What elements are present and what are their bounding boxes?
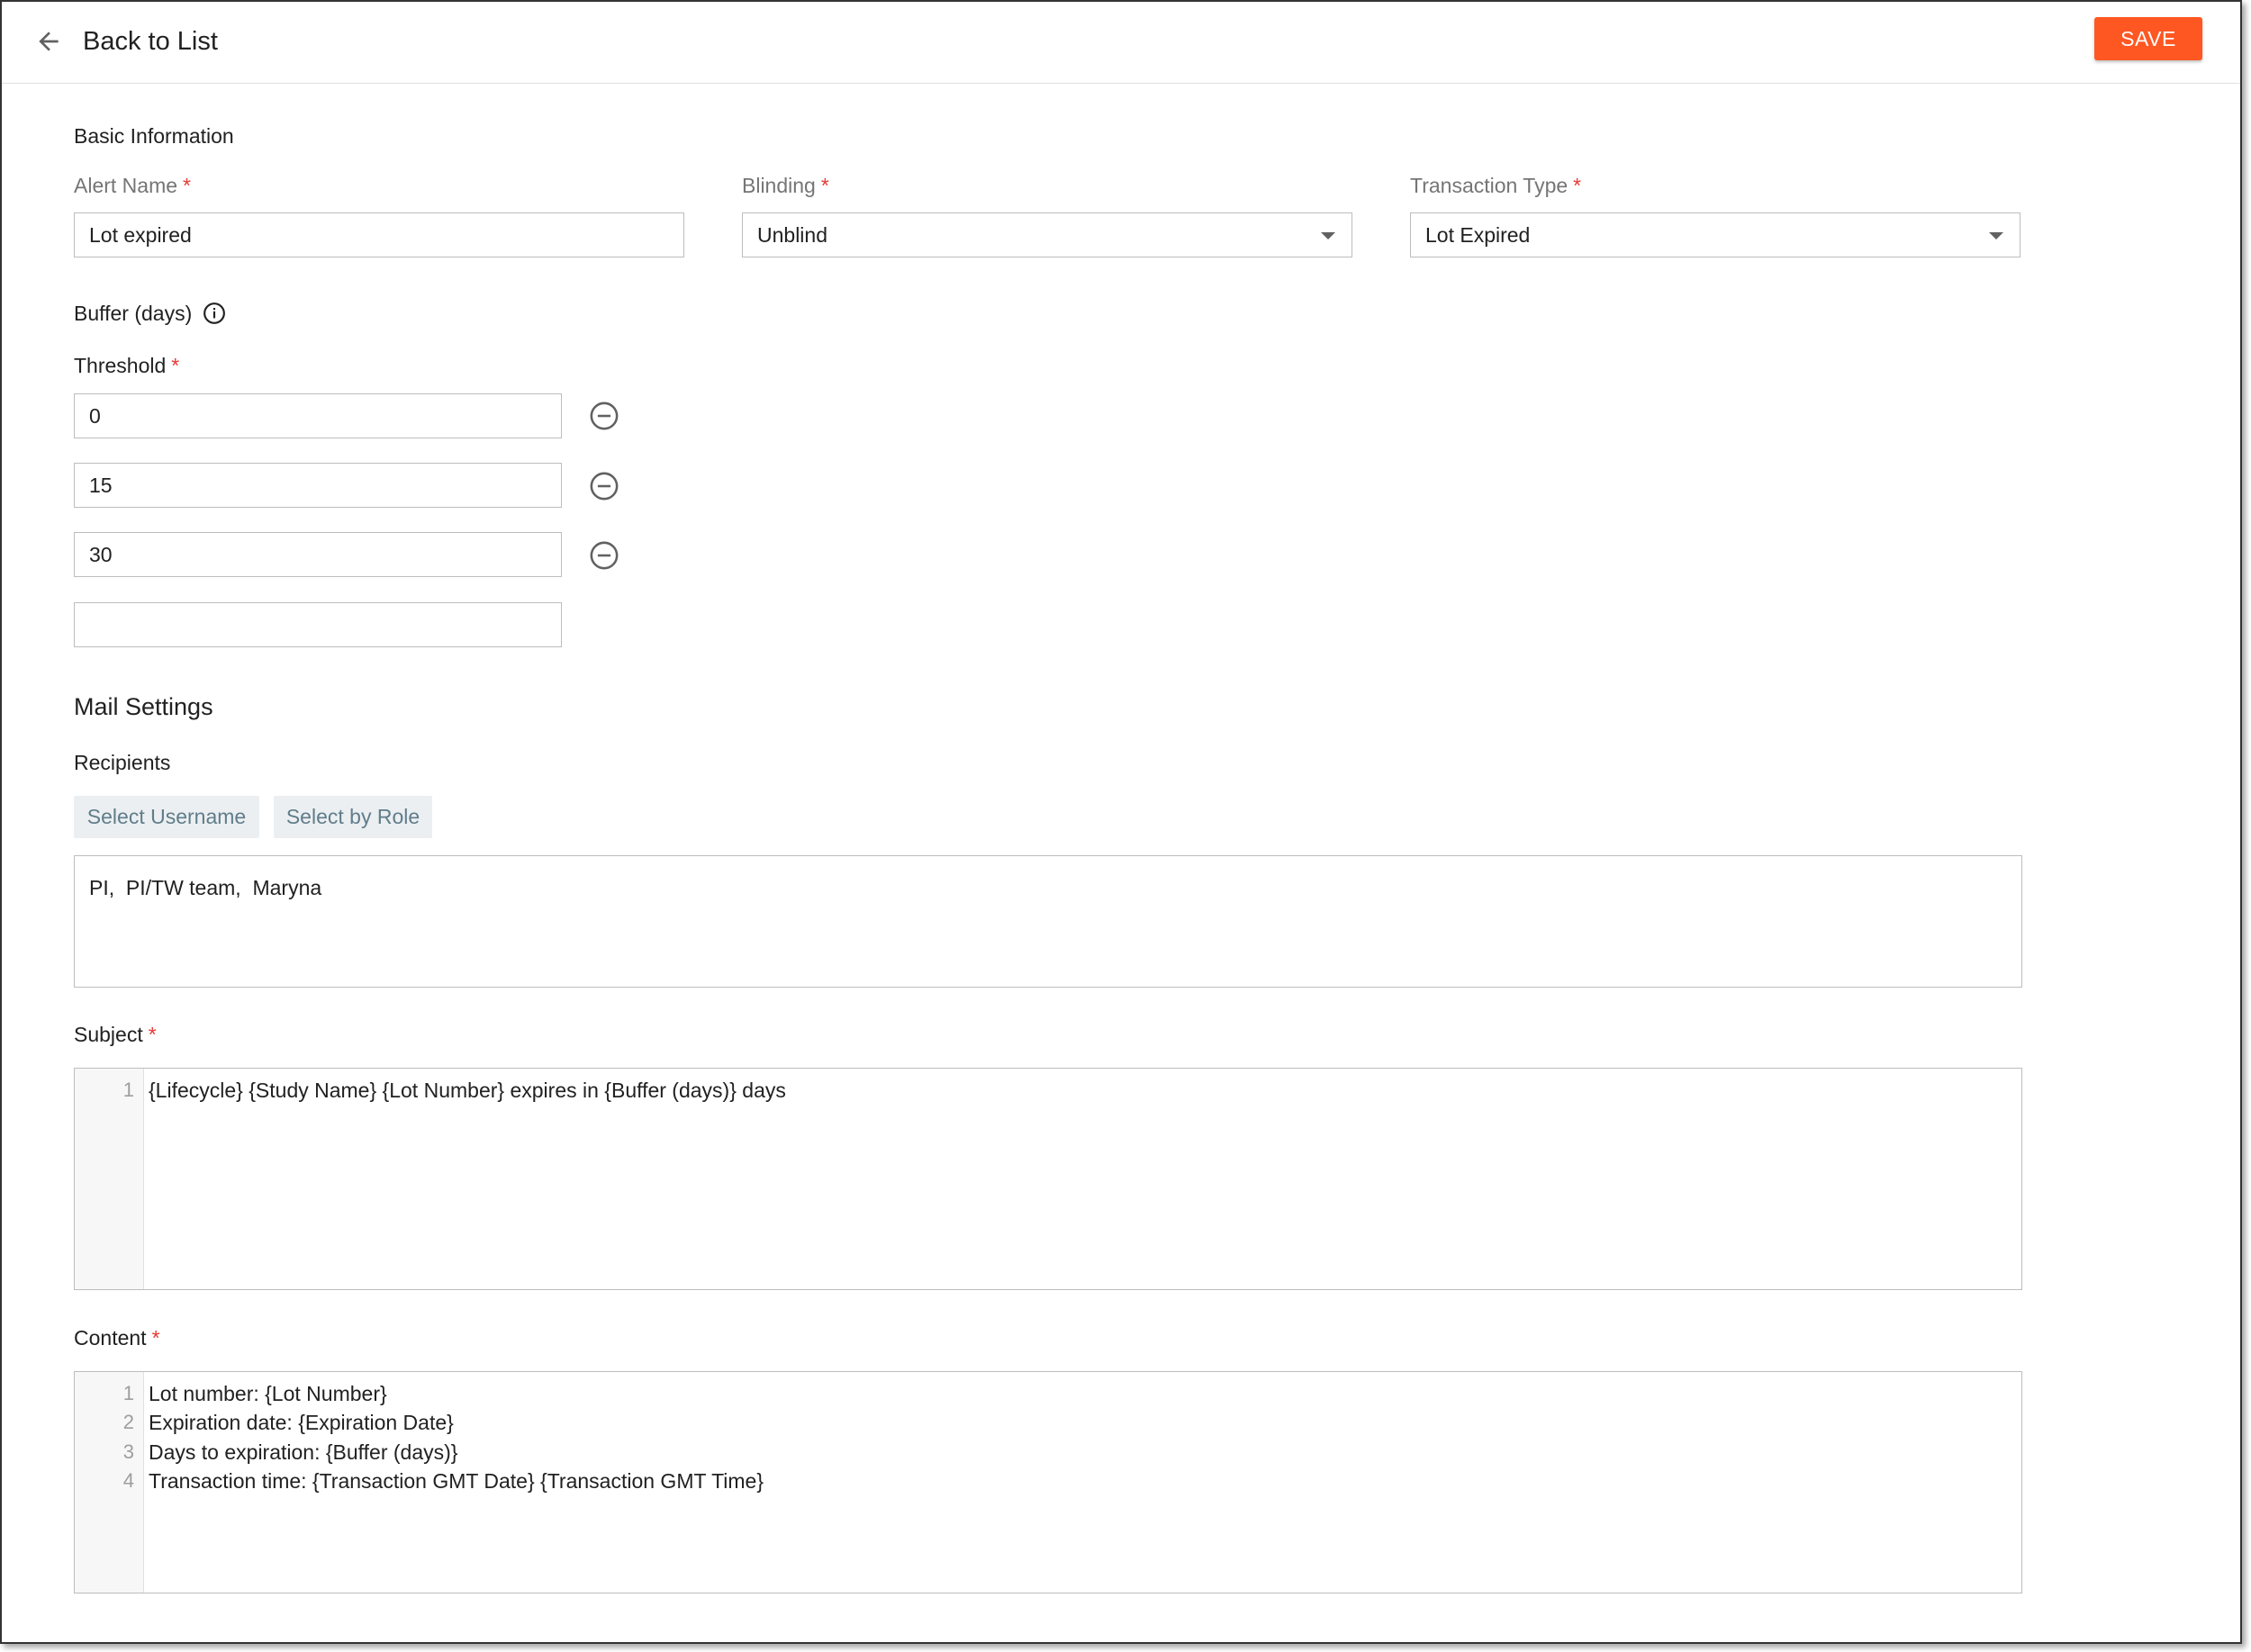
threshold-input-3[interactable]: 30 [74,532,562,577]
dropdown-caret-icon [1989,232,2003,239]
blinding-label: Blinding * [742,174,829,197]
transaction-type-select[interactable]: Lot Expired [1410,212,2020,257]
dropdown-caret-icon [1321,232,1335,239]
line-text: Expiration date: {Expiration Date} [149,1410,454,1434]
back-to-list-label: Back to List [83,26,218,56]
content-label: Content * [74,1326,160,1350]
info-icon[interactable] [203,302,226,325]
threshold-input-1[interactable]: 0 [74,393,562,438]
threshold-input-new[interactable] [74,602,562,647]
editor-line: 3 Days to expiration: {Buffer (days)} [75,1438,458,1467]
line-text: Days to expiration: {Buffer (days)} [149,1440,458,1464]
line-number: 2 [122,1411,134,1433]
alert-edit-window: Back to List SAVE Basic Information Aler… [0,0,2242,1644]
alert-name-label: Alert Name * [74,174,191,197]
remove-threshold-icon[interactable] [589,540,619,571]
line-number: 3 [122,1440,134,1463]
editor-line: 4 Transaction time: {Transaction GMT Dat… [75,1467,764,1495]
required-mark: * [151,1326,160,1350]
required-mark: * [1573,174,1582,197]
editor-line: 1 Lot number: {Lot Number} [75,1379,387,1408]
line-text: {Lifecycle} {Study Name} {Lot Number} ex… [149,1078,786,1102]
alert-name-input[interactable]: Lot expired [74,212,684,257]
basic-information-heading: Basic Information [74,124,234,148]
select-username-button[interactable]: Select Username [74,796,259,838]
buffer-days-label: Buffer (days) [74,302,193,325]
remove-threshold-icon[interactable] [589,471,619,501]
recipients-label: Recipients [74,751,171,774]
editor-line: 2 Expiration date: {Expiration Date} [75,1408,454,1437]
remove-threshold-icon[interactable] [589,401,619,431]
page-header: Back to List SAVE [2,2,2240,84]
threshold-label: Threshold * [74,354,180,377]
threshold-input-2[interactable]: 15 [74,463,562,508]
arrow-left-icon [39,32,59,51]
line-number: 4 [122,1469,134,1492]
line-text: Lot number: {Lot Number} [149,1381,387,1405]
transaction-type-label: Transaction Type * [1410,174,1582,197]
required-mark: * [820,174,829,197]
content-editor[interactable]: 1 Lot number: {Lot Number} 2 Expiration … [74,1371,2022,1593]
subject-editor[interactable]: 1 {Lifecycle} {Study Name} {Lot Number} … [74,1068,2022,1290]
required-mark: * [148,1023,157,1046]
line-text: Transaction time: {Transaction GMT Date}… [149,1468,764,1493]
subject-label: Subject * [74,1023,157,1046]
mail-settings-heading: Mail Settings [74,693,213,720]
recipients-textarea[interactable]: PI, PI/TW team, Maryna [74,855,2022,988]
line-number: 1 [122,1079,134,1101]
line-number: 1 [122,1382,134,1404]
save-button[interactable]: SAVE [2094,17,2202,60]
blinding-select[interactable]: Unblind [742,212,1352,257]
back-to-list-link[interactable]: Back to List [34,22,218,61]
editor-line: 1 {Lifecycle} {Study Name} {Lot Number} … [75,1076,786,1105]
select-by-role-button[interactable]: Select by Role [274,796,432,838]
required-mark: * [183,174,191,197]
required-mark: * [171,354,180,377]
